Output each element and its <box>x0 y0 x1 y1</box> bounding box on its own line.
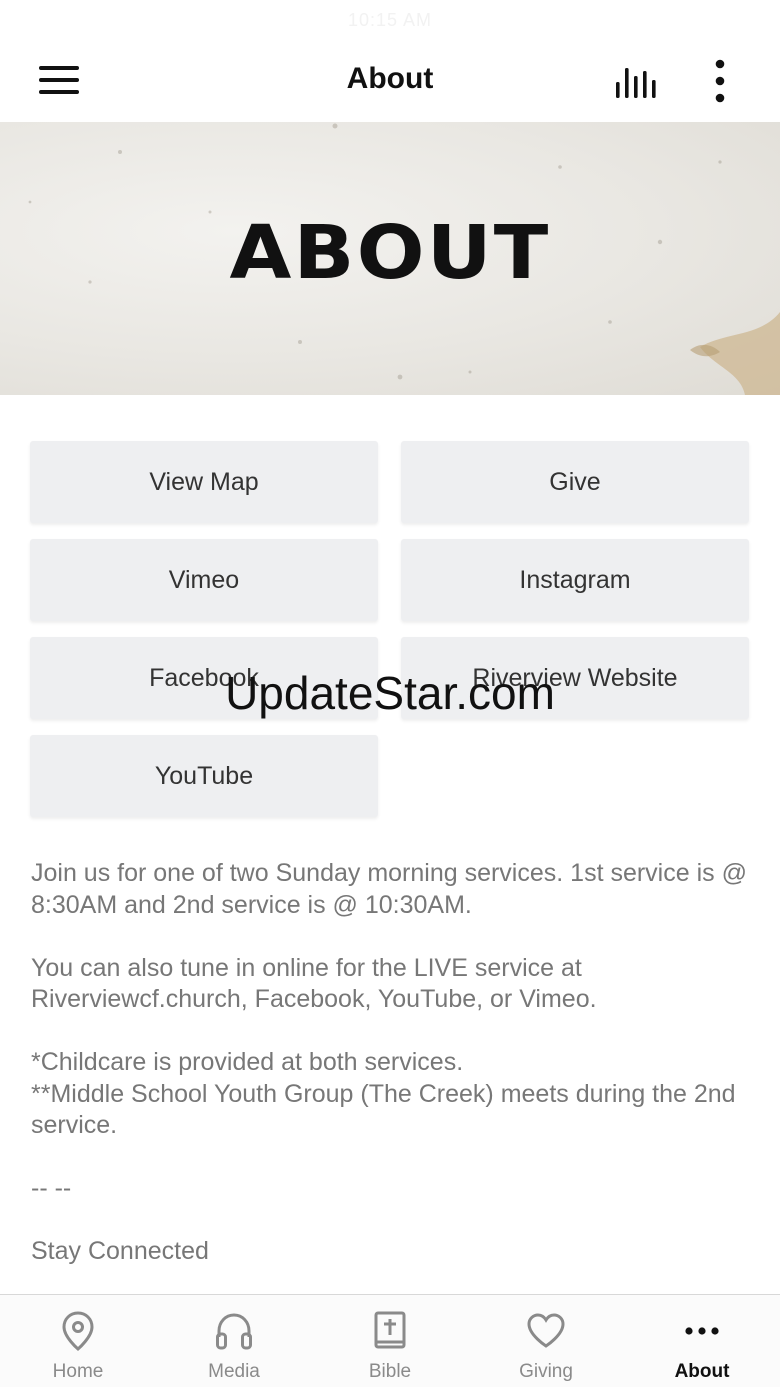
tab-label: Home <box>52 1361 104 1382</box>
tab-about[interactable]: About <box>624 1295 780 1387</box>
youtube-button[interactable]: YouTube <box>30 735 378 817</box>
heart-icon <box>527 1313 565 1348</box>
view-map-button[interactable]: View Map <box>30 441 378 523</box>
childcare-line: *Childcare is provided at both services. <box>31 1048 464 1076</box>
status-time: 10:15 AM <box>347 10 433 30</box>
menu-icon[interactable] <box>36 64 82 98</box>
riverview-website-button[interactable]: Riverview Website <box>401 637 749 719</box>
tab-bible[interactable]: Bible <box>312 1295 468 1387</box>
tab-home[interactable]: Home <box>0 1295 156 1387</box>
divider-text: -- -- <box>31 1174 72 1202</box>
top-nav-bar: About <box>0 40 780 122</box>
hero-banner: ABOUT <box>0 122 780 395</box>
vimeo-button[interactable]: Vimeo <box>30 539 378 621</box>
audio-bars-icon[interactable] <box>612 62 664 102</box>
services-paragraph: Join us for one of two Sunday morning se… <box>31 859 747 919</box>
status-bar: 10:15 AM <box>0 0 780 40</box>
instagram-button[interactable]: Instagram <box>401 539 749 621</box>
youth-group-line: **Middle School Youth Group (The Creek) … <box>31 1079 736 1140</box>
location-pin-icon <box>62 1311 94 1351</box>
tab-label: About <box>674 1361 730 1382</box>
tab-media[interactable]: Media <box>156 1295 312 1387</box>
about-description: Join us for one of two Sunday morning se… <box>31 858 751 1268</box>
headphones-icon <box>216 1313 252 1350</box>
more-dots-icon <box>685 1327 719 1335</box>
give-button[interactable]: Give <box>401 441 749 523</box>
more-vertical-icon[interactable] <box>700 56 740 106</box>
bottom-tab-bar: Home Media Bible Giving About <box>0 1294 780 1387</box>
tab-label: Giving <box>519 1361 573 1382</box>
bible-icon <box>374 1311 406 1349</box>
tab-giving[interactable]: Giving <box>468 1295 624 1387</box>
tab-label: Bible <box>368 1361 412 1382</box>
hero-title: ABOUT <box>229 210 551 296</box>
stay-connected-text: Stay Connected <box>31 1237 209 1265</box>
facebook-button[interactable]: Facebook <box>30 637 378 719</box>
online-paragraph: You can also tune in online for the LIVE… <box>31 953 597 1014</box>
tab-label: Media <box>208 1361 260 1382</box>
